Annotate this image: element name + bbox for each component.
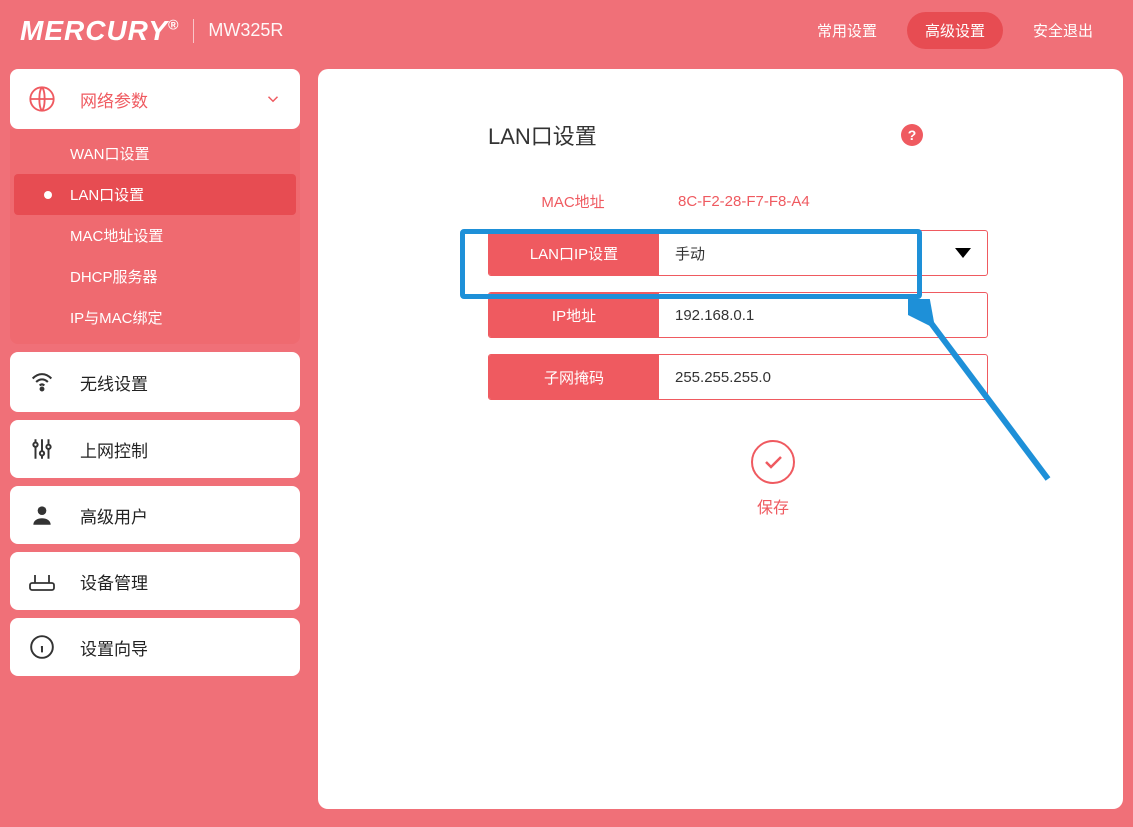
sidebar-item-network[interactable]: 网络参数: [10, 69, 300, 129]
submenu-ipmac[interactable]: IP与MAC绑定: [10, 297, 300, 338]
separator: [193, 19, 194, 43]
sliders-icon: [28, 436, 56, 462]
nav-advanced-settings[interactable]: 高级设置: [907, 12, 1003, 49]
top-nav: 常用设置 高级设置 安全退出: [817, 12, 1093, 49]
lan-ip-mode-value: 手动: [675, 243, 705, 264]
form: MAC地址 8C-F2-28-F7-F8-A4 LAN口IP设置 手动 IP地址…: [488, 191, 988, 518]
mask-value: 255.255.255.0: [675, 369, 771, 386]
sidebar-label-device: 设备管理: [80, 569, 148, 594]
model-label: MW325R: [208, 20, 283, 41]
ip-input[interactable]: 192.168.0.1: [659, 293, 987, 337]
save-label: 保存: [558, 494, 988, 518]
mac-value: 8C-F2-28-F7-F8-A4: [658, 193, 988, 210]
router-icon: [28, 568, 56, 594]
chevron-down-icon: [264, 90, 282, 108]
page-title: LAN口设置: [488, 119, 597, 151]
mask-field: 子网掩码 255.255.255.0: [488, 354, 988, 400]
sidebar-item-wizard[interactable]: 设置向导: [10, 618, 300, 676]
submenu-lan[interactable]: LAN口设置: [14, 174, 296, 215]
brand-logo: MERCURY®: [20, 15, 179, 47]
header: MERCURY® MW325R 常用设置 高级设置 安全退出: [0, 0, 1133, 59]
sidebar: 网络参数 WAN口设置 LAN口设置 MAC地址设置 DHCP服务器 IP与MA…: [10, 69, 300, 809]
ip-label: IP地址: [489, 293, 659, 337]
nav-logout[interactable]: 安全退出: [1033, 20, 1093, 41]
mask-label: 子网掩码: [489, 355, 659, 399]
submenu-network: WAN口设置 LAN口设置 MAC地址设置 DHCP服务器 IP与MAC绑定: [10, 129, 300, 344]
lan-ip-mode-select[interactable]: 手动: [659, 231, 987, 275]
mask-input[interactable]: 255.255.255.0: [659, 355, 987, 399]
sidebar-label-access: 上网控制: [80, 437, 148, 462]
submenu-wan[interactable]: WAN口设置: [10, 133, 300, 174]
mac-label: MAC地址: [488, 191, 658, 212]
mac-row: MAC地址 8C-F2-28-F7-F8-A4: [488, 191, 988, 212]
nav-common-settings[interactable]: 常用设置: [817, 20, 877, 41]
ip-field: IP地址 192.168.0.1: [488, 292, 988, 338]
globe-icon: [28, 85, 56, 113]
save-block: 保存: [558, 440, 988, 518]
wifi-icon: [28, 368, 56, 396]
caret-down-icon: [955, 248, 971, 258]
sidebar-label-wizard: 设置向导: [80, 635, 148, 660]
lan-ip-mode-field: LAN口IP设置 手动: [488, 230, 988, 276]
submenu-mac[interactable]: MAC地址设置: [10, 215, 300, 256]
sidebar-label-network: 网络参数: [80, 87, 148, 112]
sidebar-label-user: 高级用户: [80, 503, 148, 528]
lan-ip-mode-label: LAN口IP设置: [489, 231, 659, 275]
info-icon: [28, 634, 56, 660]
help-icon[interactable]: ?: [901, 124, 923, 146]
main-panel: LAN口设置 ? MAC地址 8C-F2-28-F7-F8-A4 LAN口IP设…: [318, 69, 1123, 809]
sidebar-item-wireless[interactable]: 无线设置: [10, 352, 300, 412]
submenu-dhcp[interactable]: DHCP服务器: [10, 256, 300, 297]
sidebar-item-user[interactable]: 高级用户: [10, 486, 300, 544]
sidebar-label-wireless: 无线设置: [80, 370, 148, 395]
ip-value: 192.168.0.1: [675, 307, 754, 324]
sidebar-item-device[interactable]: 设备管理: [10, 552, 300, 610]
sidebar-item-access[interactable]: 上网控制: [10, 420, 300, 478]
save-button[interactable]: [751, 440, 795, 484]
user-icon: [28, 502, 56, 528]
